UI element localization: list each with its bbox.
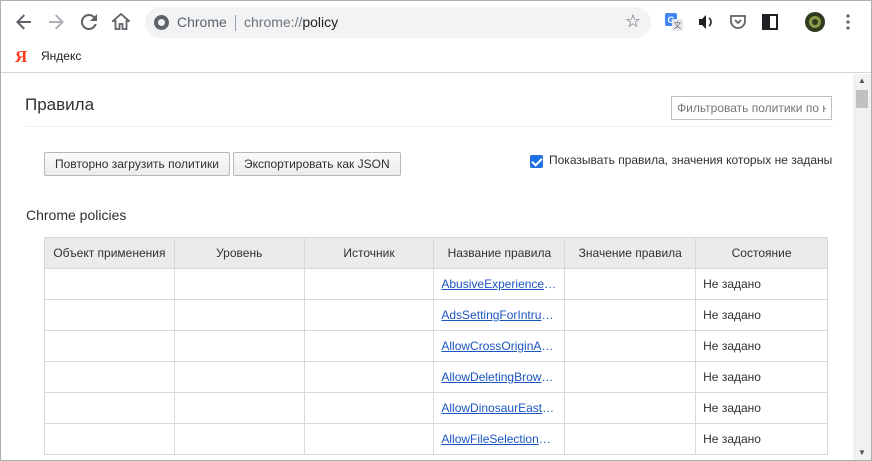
policy-name-link[interactable]: AdsSettingForIntrusiveAdsSites bbox=[441, 308, 557, 322]
cell-value bbox=[564, 330, 697, 362]
bookmark-yandex[interactable]: Яндекс bbox=[41, 49, 81, 63]
cell-name: AllowCrossOriginAuthPrompt bbox=[433, 330, 566, 362]
cell-value bbox=[564, 268, 697, 300]
cell-scope bbox=[44, 361, 175, 393]
cell-status: Не задано bbox=[695, 268, 828, 300]
policy-name-link[interactable]: AllowDeletingBrowserHistory bbox=[441, 370, 557, 384]
home-icon bbox=[110, 12, 132, 30]
cell-level bbox=[173, 330, 305, 362]
col-header-level: Уровень bbox=[173, 237, 305, 269]
header-divider bbox=[25, 126, 833, 127]
table-row: AbusiveExperienceInterventionEnforce Не … bbox=[44, 268, 828, 300]
browser-toolbar: Chrome chrome://policy ☆ G文 bbox=[1, 1, 871, 44]
translate-icon[interactable]: G文 bbox=[664, 12, 684, 32]
policy-page: Правила Повторно загрузить политики Эксп… bbox=[1, 74, 853, 460]
back-button[interactable] bbox=[11, 9, 37, 35]
cell-status: Не задано bbox=[695, 299, 828, 331]
scroll-down-icon[interactable]: ▼ bbox=[853, 446, 871, 460]
cell-name: AdsSettingForIntrusiveAdsSites bbox=[433, 299, 566, 331]
cell-value bbox=[564, 361, 697, 393]
show-unset-label: Показывать правила, значения которых не … bbox=[549, 153, 833, 167]
pocket-icon[interactable] bbox=[728, 12, 748, 32]
reload-policies-button[interactable]: Повторно загрузить политики bbox=[44, 152, 230, 176]
cell-scope bbox=[44, 299, 175, 331]
bookmarks-bar: Я Яндекс bbox=[1, 44, 871, 73]
forward-button[interactable] bbox=[43, 9, 69, 35]
policy-name-link[interactable]: AllowDinosaurEasterEgg bbox=[441, 401, 557, 415]
reload-icon bbox=[80, 13, 97, 30]
cell-value bbox=[564, 299, 697, 331]
show-unset-checkbox[interactable] bbox=[530, 155, 543, 168]
cell-status: Не задано bbox=[695, 330, 828, 362]
cell-scope bbox=[44, 268, 175, 300]
table-row: AllowCrossOriginAuthPrompt Не задано bbox=[44, 330, 828, 362]
export-json-button[interactable]: Экспортировать как JSON bbox=[233, 152, 401, 176]
home-button[interactable] bbox=[108, 9, 134, 35]
url-path: policy bbox=[302, 14, 339, 30]
cell-source bbox=[303, 423, 435, 455]
reader-icon[interactable] bbox=[760, 12, 780, 32]
cell-scope bbox=[44, 330, 175, 362]
omnibox-site-chip: Chrome bbox=[177, 14, 227, 30]
cell-source bbox=[303, 392, 435, 424]
cell-level bbox=[173, 423, 305, 455]
cell-name: AllowDinosaurEasterEgg bbox=[433, 392, 566, 424]
cell-level bbox=[173, 299, 305, 331]
policy-name-link[interactable]: AbusiveExperienceInterventionEnforce bbox=[441, 277, 557, 291]
omnibox-separator bbox=[235, 15, 236, 31]
table-row: AllowFileSelectionDialogs Не задано bbox=[44, 423, 828, 455]
col-header-name: Название правила bbox=[433, 237, 566, 269]
col-header-source: Источник bbox=[303, 237, 435, 269]
arrow-left-icon bbox=[16, 14, 31, 30]
cell-scope bbox=[44, 423, 175, 455]
scroll-up-icon[interactable]: ▲ bbox=[853, 74, 871, 88]
col-header-status: Состояние bbox=[695, 237, 828, 269]
avatar-icon[interactable] bbox=[804, 11, 826, 33]
cell-value bbox=[564, 423, 697, 455]
cell-scope bbox=[44, 392, 175, 424]
cell-level bbox=[173, 361, 305, 393]
cell-status: Не задано bbox=[695, 361, 828, 393]
kebab-menu-icon[interactable] bbox=[835, 9, 861, 35]
svg-text:文: 文 bbox=[674, 20, 682, 30]
cell-source bbox=[303, 268, 435, 300]
policy-filter-input[interactable] bbox=[671, 96, 832, 120]
cell-status: Не задано bbox=[695, 392, 828, 424]
cell-level bbox=[173, 392, 305, 424]
cell-source bbox=[303, 361, 435, 393]
cell-status: Не задано bbox=[695, 423, 828, 455]
star-icon[interactable]: ☆ bbox=[625, 11, 641, 32]
cell-value bbox=[564, 392, 697, 424]
yandex-logo-icon[interactable]: Я bbox=[15, 47, 27, 67]
url-scheme: chrome:// bbox=[244, 14, 303, 30]
address-bar[interactable]: Chrome chrome://policy ☆ bbox=[145, 7, 651, 38]
policy-name-link[interactable]: AllowCrossOriginAuthPrompt bbox=[441, 339, 557, 353]
policy-name-link[interactable]: AllowFileSelectionDialogs bbox=[441, 432, 557, 446]
table-row: AdsSettingForIntrusiveAdsSites Не задано bbox=[44, 299, 828, 331]
cell-name: AbusiveExperienceInterventionEnforce bbox=[433, 268, 566, 300]
table-row: AllowDeletingBrowserHistory Не задано bbox=[44, 361, 828, 393]
cell-source bbox=[303, 330, 435, 362]
cell-level bbox=[173, 268, 305, 300]
cell-name: AllowFileSelectionDialogs bbox=[433, 423, 566, 455]
section-title: Chrome policies bbox=[26, 207, 127, 223]
chrome-icon bbox=[154, 15, 169, 30]
col-header-scope: Объект применения bbox=[44, 237, 175, 269]
policy-table: Объект применения Уровень Источник Назва… bbox=[44, 237, 828, 455]
cell-source bbox=[303, 299, 435, 331]
scrollbar-thumb[interactable] bbox=[856, 90, 868, 108]
page-title: Правила bbox=[25, 95, 95, 114]
table-header-row: Объект применения Уровень Источник Назва… bbox=[44, 237, 828, 269]
col-header-value: Значение правила bbox=[564, 237, 697, 269]
reload-button[interactable] bbox=[76, 9, 102, 35]
arrow-right-icon bbox=[49, 14, 64, 30]
omnibox-url[interactable]: chrome://policy bbox=[244, 14, 338, 30]
cell-name: AllowDeletingBrowserHistory bbox=[433, 361, 566, 393]
table-row: AllowDinosaurEasterEgg Не задано bbox=[44, 392, 828, 424]
speaker-icon[interactable] bbox=[696, 12, 716, 32]
page-scrollbar[interactable]: ▲ ▼ bbox=[853, 74, 871, 460]
